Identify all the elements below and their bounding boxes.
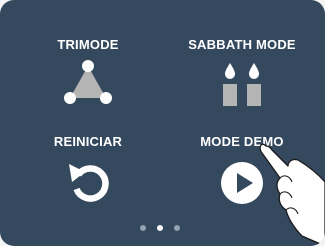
sabbath-mode-label: SABBATH MODE — [188, 37, 296, 52]
trimode-button[interactable]: TRIMODE — [18, 37, 158, 104]
trimode-triangle-icon — [64, 60, 112, 104]
restart-button[interactable]: REINICIAR — [18, 134, 158, 202]
pointing-hand-icon — [259, 143, 325, 246]
sabbath-mode-button[interactable]: SABBATH MODE — [172, 37, 312, 106]
home-menu-screen: TRIMODE SABBATH MODE REINICIAR MODE DEMO — [0, 0, 325, 246]
page-dot-active[interactable] — [157, 225, 163, 231]
trimode-label: TRIMODE — [57, 37, 119, 52]
page-indicator — [140, 225, 180, 231]
candles-icon — [223, 63, 261, 106]
restart-arrow-icon — [69, 164, 109, 202]
page-dot[interactable] — [174, 225, 180, 231]
page-dot[interactable] — [140, 225, 146, 231]
restart-label: REINICIAR — [53, 134, 123, 149]
